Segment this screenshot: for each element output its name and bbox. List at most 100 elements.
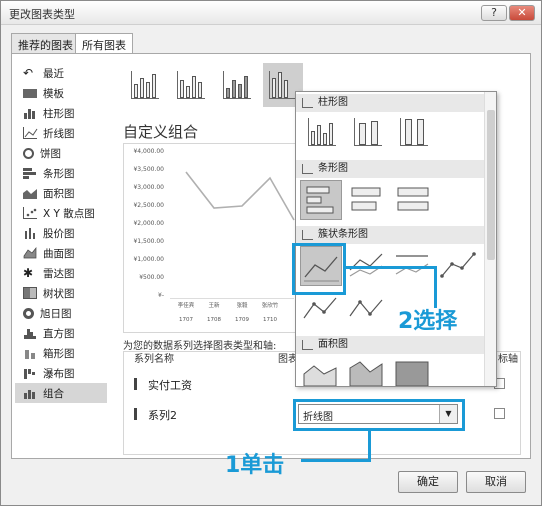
series-name: 系列2 xyxy=(148,409,177,422)
clustered-bar-icon xyxy=(306,186,334,214)
column-header-secondary-axis: 标轴 xyxy=(498,354,518,365)
ok-button[interactable]: 确定 xyxy=(398,471,458,493)
option-area[interactable] xyxy=(300,356,342,386)
sidebar-item-radar[interactable]: ✱ 雷达图 xyxy=(15,263,107,283)
custom-combo-title: 自定义组合 xyxy=(123,123,199,141)
secondary-axis-checkbox[interactable] xyxy=(494,408,505,419)
sidebar-item-column[interactable]: 柱形图 xyxy=(15,103,107,123)
sidebar-item-pie[interactable]: 饼图 xyxy=(15,143,107,163)
tab-all-charts[interactable]: 所有图表 xyxy=(75,33,133,54)
combo-type-area-column[interactable] xyxy=(217,63,257,107)
percent-stacked-column-icon xyxy=(400,118,428,146)
sidebar-item-bar[interactable]: 条形图 xyxy=(15,163,107,183)
sidebar-item-box-whisker[interactable]: 箱形图 xyxy=(15,343,107,363)
scrollbar-thumb[interactable] xyxy=(487,110,495,260)
title-bar: 更改图表类型 ? ✕ xyxy=(1,1,541,25)
dropdown-scrollbar[interactable] xyxy=(484,92,496,386)
sidebar-item-label: 股价图 xyxy=(43,227,75,240)
series-name: 实付工资 xyxy=(148,379,192,392)
callout-line xyxy=(346,266,436,269)
help-button[interactable]: ? xyxy=(481,5,507,21)
stacked-column-icon xyxy=(354,118,382,146)
sidebar-item-label: 面积图 xyxy=(43,187,75,200)
x-category-label: 张欣竹 xyxy=(261,303,279,309)
stock-chart-icon xyxy=(23,227,37,239)
cancel-button[interactable]: 取消 xyxy=(466,471,526,493)
highlight-selected-line-option xyxy=(292,243,346,295)
series-assign-instructions: 为您的数据系列选择图表类型和轴: xyxy=(123,341,277,352)
option-100-stacked-bar[interactable] xyxy=(392,180,434,220)
option-stacked-area[interactable] xyxy=(346,356,388,386)
sidebar-item-surface[interactable]: 曲面图 xyxy=(15,243,107,263)
sidebar-item-label: 柱形图 xyxy=(43,107,75,120)
line-chart-icon xyxy=(302,230,313,240)
option-line-with-markers[interactable] xyxy=(438,246,480,286)
percent-stacked-area-icon xyxy=(395,361,429,386)
area-option-icon xyxy=(303,365,337,386)
series-color-swatch xyxy=(134,408,137,420)
column-header-series-name: 系列名称 xyxy=(134,354,174,365)
stacked-area-icon xyxy=(349,361,383,386)
sidebar-item-area[interactable]: 面积图 xyxy=(15,183,107,203)
combo-chart-icon xyxy=(23,387,37,399)
option-100-stacked-area[interactable] xyxy=(392,356,434,386)
section-label: 柱形图 xyxy=(318,97,348,108)
sidebar-item-stock[interactable]: 股价图 xyxy=(15,223,107,243)
option-clustered-column[interactable] xyxy=(302,114,344,154)
option-stacked-line-markers[interactable] xyxy=(300,290,342,330)
combo-chart-icon xyxy=(131,71,159,99)
x-month-label: 1710 xyxy=(263,317,277,323)
sidebar-item-treemap[interactable]: 树状图 xyxy=(15,283,107,303)
dropdown-section-line: 簇状条形图 xyxy=(296,226,484,244)
close-button[interactable]: ✕ xyxy=(509,5,535,21)
sidebar-item-line[interactable]: 折线图 xyxy=(15,123,107,143)
clustered-column-icon xyxy=(308,118,336,146)
section-label: 面积图 xyxy=(318,339,348,350)
area-chart-icon xyxy=(23,187,37,199)
sidebar-item-scatter[interactable]: X Y 散点图 xyxy=(15,203,107,223)
sidebar-item-sunburst[interactable]: 旭日图 xyxy=(15,303,107,323)
dialog-title: 更改图表类型 xyxy=(9,8,75,21)
tab-recommended-charts[interactable]: 推荐的图表 xyxy=(11,33,80,53)
percent-stacked-bar-icon xyxy=(397,187,429,211)
option-stacked-column[interactable] xyxy=(348,114,390,154)
callout-step-click: 1单击 xyxy=(225,453,285,478)
sidebar-item-label: 曲面图 xyxy=(43,247,75,260)
surface-chart-icon xyxy=(23,247,37,259)
combo-chart-icon xyxy=(177,71,205,99)
dropdown-section-area: 面积图 xyxy=(296,336,484,354)
callout-line xyxy=(434,266,437,308)
waterfall-icon xyxy=(23,367,37,379)
treemap-icon xyxy=(23,287,37,299)
preview-data-table: 李佳宾 王新 张毅 张欣竹 1707 1708 1709 1710 xyxy=(170,298,294,328)
sidebar-item-label: 直方图 xyxy=(43,327,75,340)
area-chart-icon xyxy=(302,340,313,350)
sidebar-item-combo[interactable]: 组合 xyxy=(15,383,107,403)
dropdown-section-bar: 条形图 xyxy=(296,160,484,178)
option-100-stacked-line-markers[interactable] xyxy=(346,290,388,330)
sidebar-item-waterfall[interactable]: 瀑布图 xyxy=(15,363,107,383)
combo-type-column-line-secondary[interactable] xyxy=(171,63,211,107)
scatter-chart-icon xyxy=(23,207,37,219)
sidebar-item-histogram[interactable]: 直方图 xyxy=(15,323,107,343)
bar-chart-icon xyxy=(23,167,37,179)
sidebar-item-label: X Y 散点图 xyxy=(43,207,95,220)
option-clustered-bar[interactable] xyxy=(300,180,342,220)
sidebar-item-label: 饼图 xyxy=(40,147,61,160)
section-label: 簇状条形图 xyxy=(318,229,368,240)
sidebar-item-recent[interactable]: ↶ 最近 xyxy=(15,63,107,83)
callout-line xyxy=(368,431,371,461)
option-stacked-bar[interactable] xyxy=(346,180,388,220)
custom-combo-icon xyxy=(269,71,297,99)
stacked-bar-icon xyxy=(351,187,381,211)
sidebar-item-label: 箱形图 xyxy=(43,347,75,360)
x-month-label: 1708 xyxy=(207,317,221,323)
radar-chart-icon: ✱ xyxy=(23,266,34,280)
combo-type-clustered-column-line[interactable] xyxy=(125,63,165,107)
dropdown-section-column: 柱形图 xyxy=(296,94,484,112)
histogram-icon xyxy=(23,327,37,339)
callout-step-select: 2选择 xyxy=(398,309,458,334)
sidebar-item-templates[interactable]: 模板 xyxy=(15,83,107,103)
section-label: 条形图 xyxy=(318,163,348,174)
option-100-stacked-column[interactable] xyxy=(394,114,436,154)
